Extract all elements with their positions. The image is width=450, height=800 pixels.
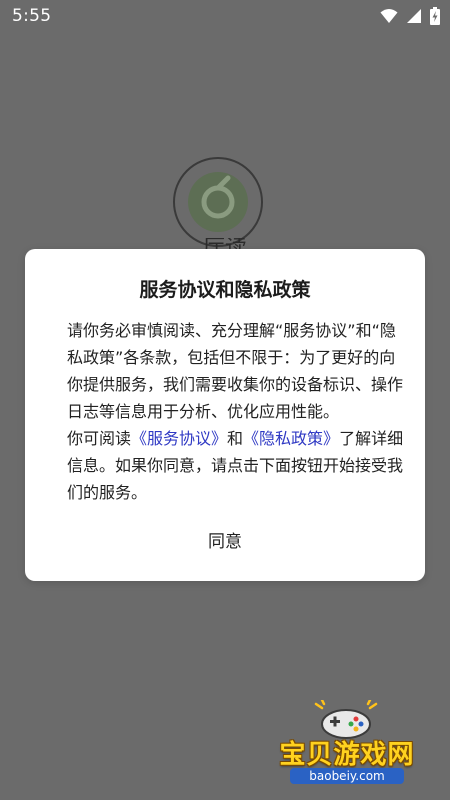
body-p2-and: 和 (227, 429, 244, 448)
app-logo-icon (172, 156, 264, 248)
dialog-title: 服务协议和隐私政策 (139, 279, 311, 301)
dialog-body-paragraph-2: 你可阅读《服务协议》和《隐私政策》了解详细信息。如果你同意，请点击下面按钮开始接… (67, 425, 409, 506)
watermark-url: baobeiy.com (290, 768, 404, 784)
body-p2-prefix: 你可阅读 (67, 429, 132, 448)
status-time: 5:55 (12, 6, 52, 26)
watermark-brand-text: 宝贝游戏网 (279, 740, 415, 770)
watermark-logo: 宝贝游戏网 baobeiy.com (272, 700, 422, 790)
wifi-icon (380, 9, 398, 23)
status-bar: 5:55 (0, 0, 450, 32)
dialog-body-paragraph-1: 请你务必审慎阅读、充分理解“服务协议”和“隐私政策”各条款，包括但不限于：为了更… (67, 321, 404, 421)
agree-button[interactable]: 同意 (175, 521, 275, 557)
service-agreement-link[interactable]: 《服务协议》 (131, 429, 227, 448)
status-icons (380, 6, 440, 26)
privacy-dialog: 服务协议和隐私政策 请你务必审慎阅读、充分理解“服务协议”和“隐私政策”各条款，… (25, 249, 425, 581)
battery-charging-icon (430, 7, 440, 25)
cellular-signal-icon (407, 9, 421, 23)
dialog-body: 请你务必审慎阅读、充分理解“服务协议”和“隐私政策”各条款，包括但不限于：为了更… (67, 317, 409, 506)
privacy-policy-link[interactable]: 《隐私政策》 (243, 429, 339, 448)
